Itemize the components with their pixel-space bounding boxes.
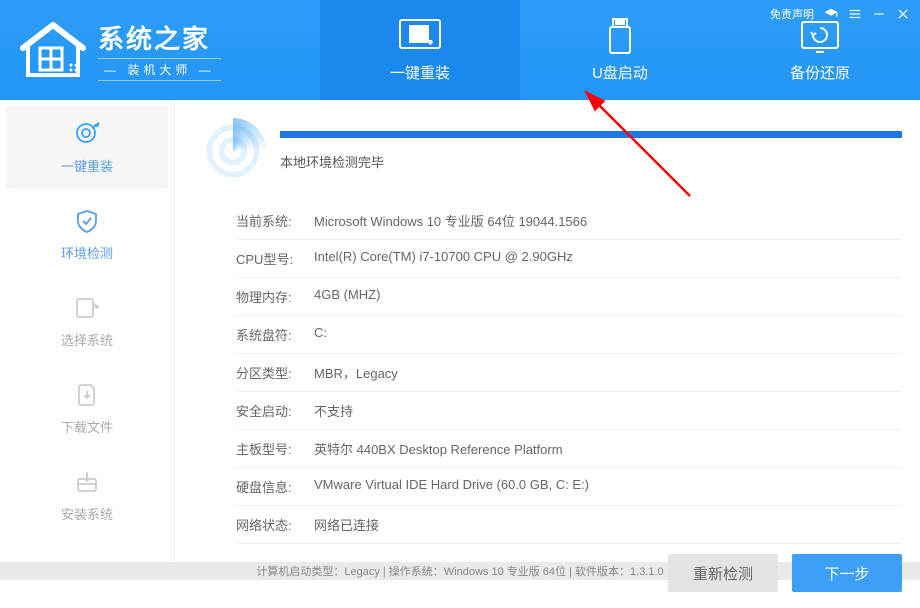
sidebar-item-download[interactable]: 下载文件 — [6, 367, 168, 450]
sidebar-item-install[interactable]: 安装系统 — [6, 454, 168, 537]
info-label: 物理内存: — [236, 287, 314, 306]
logo-area: 系统之家 — 装机大师 — — [0, 0, 320, 100]
actions: 重新检测 下一步 — [200, 544, 902, 608]
info-value: Intel(R) Core(TM) i7-10700 CPU @ 2.90GHz — [314, 249, 902, 268]
info-row: 网络状态:网络已连接 — [236, 506, 902, 544]
next-button[interactable]: 下一步 — [792, 554, 902, 592]
info-row: 安全启动:不支持 — [236, 392, 902, 430]
sidebar-item-label: 安装系统 — [61, 504, 113, 523]
info-row: 系统盘符:C: — [236, 316, 902, 354]
tab-label: U盘启动 — [592, 62, 648, 83]
info-label: 安全启动: — [236, 401, 314, 420]
body: 一键重装 环境检测 选择系统 — [0, 100, 920, 562]
info-row: 物理内存:4GB (MHZ) — [236, 278, 902, 316]
sidebar-item-label: 选择系统 — [61, 330, 113, 349]
info-row: 硬盘信息:VMware Virtual IDE Hard Drive (60.0… — [236, 468, 902, 506]
sidebar: 一键重装 环境检测 选择系统 — [0, 100, 175, 562]
sidebar-item-env-check[interactable]: 环境检测 — [6, 193, 168, 276]
info-label: 主板型号: — [236, 439, 314, 458]
tab-reinstall[interactable]: 一键重装 — [320, 0, 520, 100]
sidebar-item-label: 下载文件 — [61, 417, 113, 436]
info-label: 当前系统: — [236, 211, 314, 230]
progress-row: 本地环境检测完毕 — [200, 118, 902, 184]
progress-bar — [280, 131, 902, 138]
logo-icon — [18, 20, 88, 80]
main-panel: 本地环境检测完毕 当前系统:Microsoft Windows 10 专业版 6… — [175, 100, 920, 562]
header: 免责声明 系统之家 — — [0, 0, 920, 100]
tab-usb-boot[interactable]: U盘启动 — [520, 0, 720, 100]
info-list: 当前系统:Microsoft Windows 10 专业版 64位 19044.… — [200, 202, 902, 544]
minimize-icon[interactable] — [872, 7, 886, 21]
info-label: 系统盘符: — [236, 325, 314, 344]
info-value: 4GB (MHZ) — [314, 287, 902, 306]
shield-icon — [73, 207, 101, 235]
sidebar-item-reinstall[interactable]: 一键重装 — [6, 106, 168, 189]
info-value: MBR，Legacy — [314, 363, 902, 382]
logo-subtitle: — 装机大师 — — [98, 58, 221, 81]
menu-icon[interactable] — [848, 7, 862, 21]
info-label: 分区类型: — [236, 363, 314, 382]
install-icon — [73, 468, 101, 496]
download-icon — [73, 381, 101, 409]
info-label: 网络状态: — [236, 515, 314, 534]
sidebar-item-select-system[interactable]: 选择系统 — [6, 280, 168, 363]
info-label: 硬盘信息: — [236, 477, 314, 496]
info-value: 不支持 — [314, 401, 902, 420]
tab-label: 备份还原 — [790, 62, 850, 83]
select-icon — [73, 294, 101, 322]
logo-title: 系统之家 — [98, 19, 221, 56]
titlebar: 免责声明 — [770, 6, 910, 22]
info-value: Microsoft Windows 10 专业版 64位 19044.1566 — [314, 211, 902, 230]
usb-icon — [598, 18, 642, 54]
sidebar-item-label: 一键重装 — [61, 156, 113, 175]
info-value: 英特尔 440BX Desktop Reference Platform — [314, 439, 902, 458]
disclaimer-link[interactable]: 免责声明 — [770, 6, 814, 22]
sidebar-item-label: 环境检测 — [61, 243, 113, 262]
close-icon[interactable] — [896, 7, 910, 21]
info-row: CPU型号:Intel(R) Core(TM) i7-10700 CPU @ 2… — [236, 240, 902, 278]
progress-text: 本地环境检测完毕 — [280, 152, 902, 171]
info-row: 主板型号:英特尔 440BX Desktop Reference Platfor… — [236, 430, 902, 468]
target-icon — [73, 120, 101, 148]
info-value: C: — [314, 325, 902, 344]
backup-icon — [798, 18, 842, 54]
info-row: 分区类型:MBR，Legacy — [236, 354, 902, 392]
info-value: VMware Virtual IDE Hard Drive (60.0 GB, … — [314, 477, 902, 496]
tab-label: 一键重装 — [390, 62, 450, 83]
info-value: 网络已连接 — [314, 515, 902, 534]
radar-icon — [200, 118, 266, 184]
recheck-button[interactable]: 重新检测 — [668, 554, 778, 592]
info-label: CPU型号: — [236, 249, 314, 268]
graduation-icon[interactable] — [824, 7, 838, 21]
info-row: 当前系统:Microsoft Windows 10 专业版 64位 19044.… — [236, 202, 902, 240]
windows-icon — [398, 18, 442, 54]
